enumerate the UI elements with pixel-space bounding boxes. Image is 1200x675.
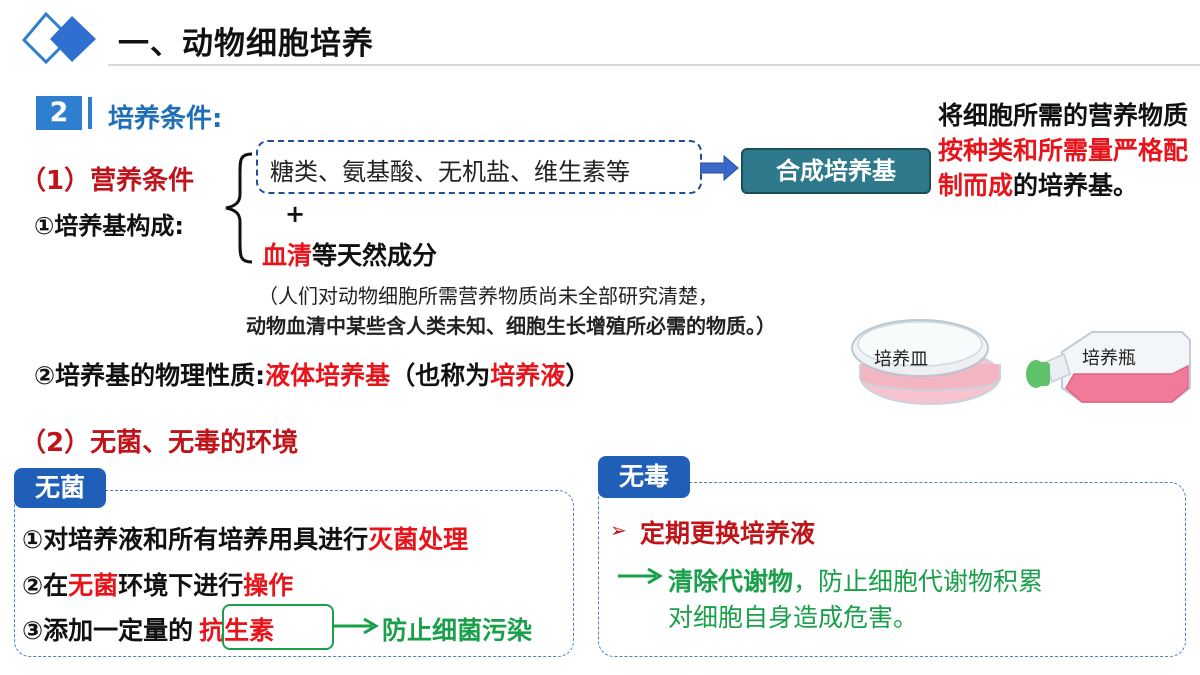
synthetic-medium-definition: 将细胞所需的营养物质按种类和所需量严格配制而成的培养基。: [938, 98, 1188, 203]
operation-highlight: 操作: [243, 571, 294, 600]
arrow-right-icon: [700, 154, 739, 182]
header-divider: [108, 64, 1200, 66]
nontoxic-item-2: 清除代谢物，防止细胞代谢物积累: [668, 562, 1043, 598]
serum-line: 血清等天然成分: [262, 236, 437, 272]
nontoxic-item-2-rest: ，防止细胞代谢物积累: [793, 567, 1044, 596]
arrow-right-icon: [334, 617, 379, 635]
serum-highlight: 血清: [262, 241, 313, 270]
sterile-item-2-b: 环境下进行: [118, 571, 244, 600]
environment-heading: （2）无菌、无毒的环境: [20, 428, 299, 458]
serum-rest: 等天然成分: [312, 241, 438, 270]
note-line-1: （人们对动物细胞所需营养物质尚未全部研究清楚，: [258, 284, 718, 308]
section-bar: [88, 97, 92, 129]
sterile-item-2-a: ②在: [22, 571, 69, 600]
sterile-item-1-text: ①对培养液和所有培养用具进行: [22, 525, 369, 554]
triangle-bullet-icon: ➢: [610, 518, 627, 542]
sterile-item-3-text: ③添加一定量的: [22, 616, 194, 645]
sterile-tab: 无菌: [14, 468, 106, 508]
header-logo-icon: [21, 11, 96, 65]
sterile-item-2: ②在无菌环境下进行操作: [22, 566, 293, 602]
plus-sign: +: [285, 200, 306, 228]
sterile-highlight: 无菌: [68, 571, 119, 600]
nutrition-heading: （1）营养条件: [20, 166, 195, 196]
page-title: 一、动物细胞培养: [118, 26, 374, 62]
liquid-medium-highlight: 液体培养基: [265, 361, 391, 390]
physical-prefix: ②培养基的物理性质:: [34, 361, 266, 390]
petri-dish-label: 培养皿: [874, 349, 928, 370]
physical-mid: （也称为: [390, 361, 491, 390]
definition-part1: 将细胞所需的营养物质: [938, 101, 1189, 130]
section-number-badge: 2: [36, 96, 82, 130]
sterile-item-1: ①对培养液和所有培养用具进行灭菌处理: [22, 520, 468, 556]
curly-brace-icon: [225, 152, 253, 264]
nontoxic-tab: 无毒: [598, 456, 690, 498]
section-title: 培养条件:: [108, 104, 223, 134]
medium-composition-label: ①培养基构成:: [34, 212, 184, 240]
nontoxic-item-1: 定期更换培养液: [640, 519, 816, 548]
remove-metabolites-text: 清除代谢物: [668, 567, 794, 596]
physical-property-line: ②培养基的物理性质:液体培养基（也称为培养液）: [34, 356, 590, 392]
nontoxic-item-3: 对细胞自身造成危害。: [668, 603, 919, 632]
prevent-contamination-text: 防止细菌污染: [382, 616, 533, 645]
sterilization-highlight: 灭菌处理: [368, 525, 469, 554]
definition-part3: 的培养基。: [1013, 171, 1139, 200]
culture-fluid-highlight: 培养液: [490, 361, 566, 390]
medium-components: 糖类、氨基酸、无机盐、维生素等: [270, 158, 630, 186]
physical-end: ）: [565, 361, 591, 390]
antibiotic-box: [222, 604, 334, 650]
culture-flask-label: 培养瓶: [1082, 348, 1136, 369]
note-line-2: 动物血清中某些含人类未知、细胞生长增殖所必需的物质。）: [246, 314, 776, 338]
synthetic-medium-label: 合成培养基: [741, 148, 931, 194]
arrow-right-icon: [618, 567, 663, 585]
